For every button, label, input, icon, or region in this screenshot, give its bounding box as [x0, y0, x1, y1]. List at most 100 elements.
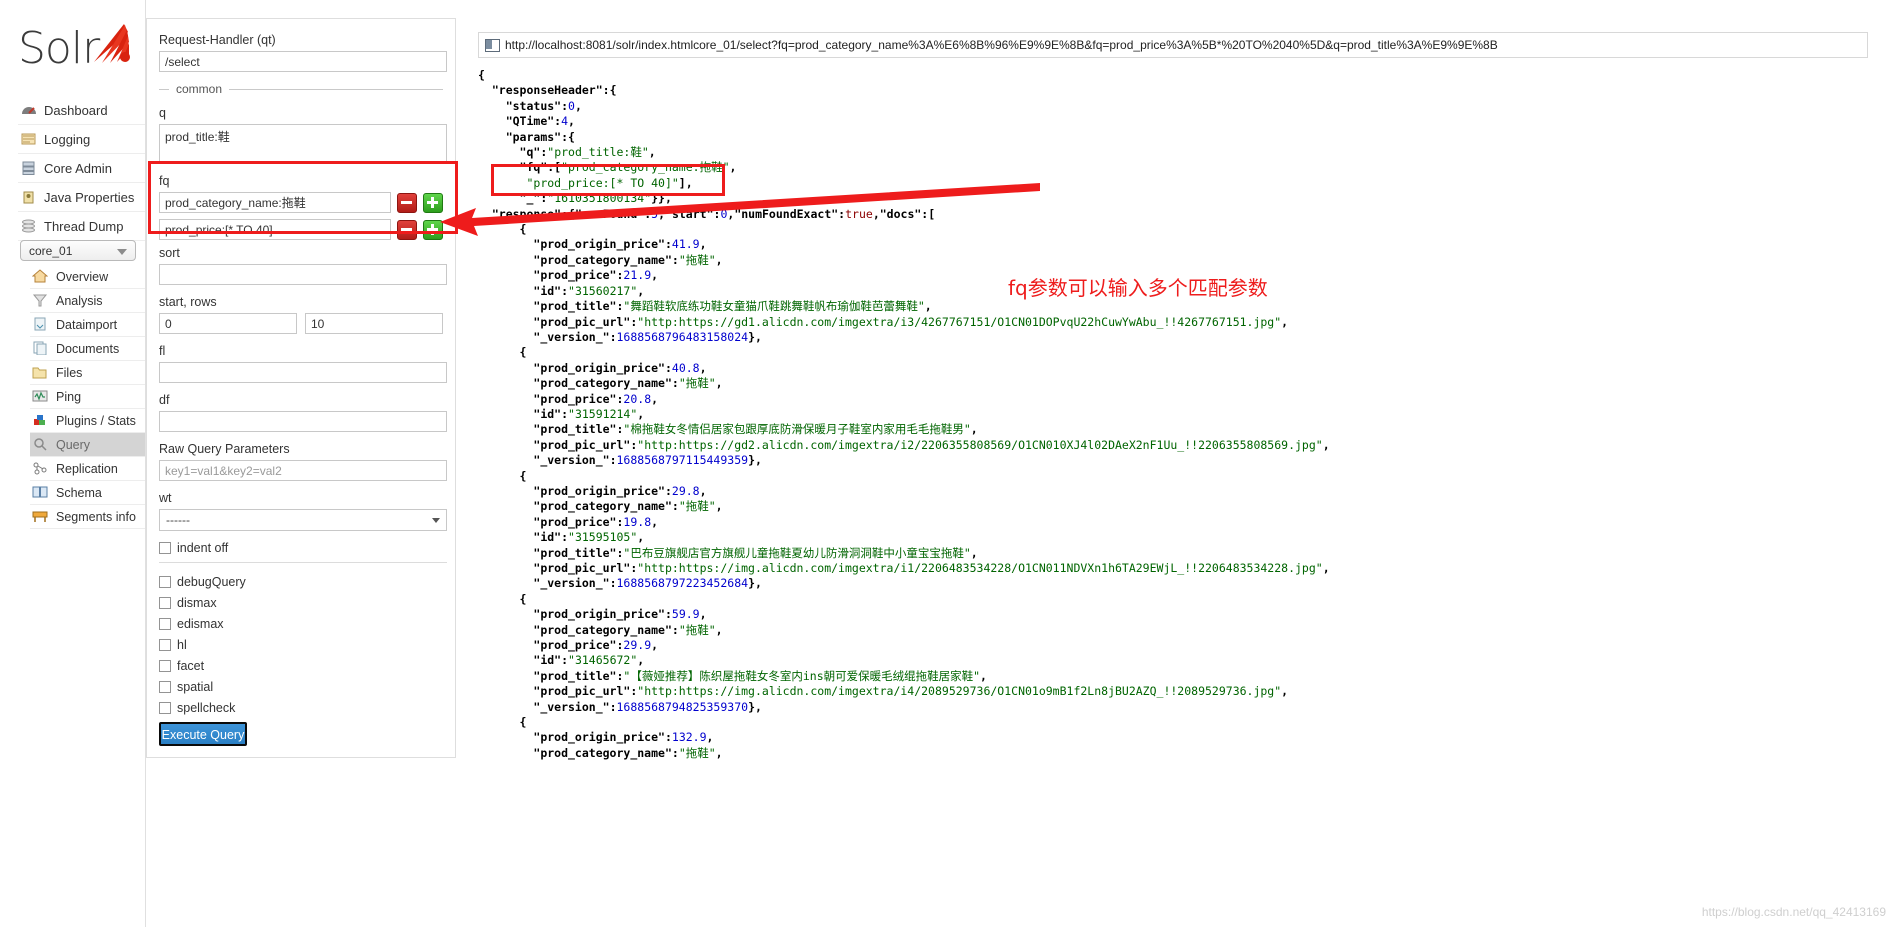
indent-off-checkbox-row[interactable]: indent off	[159, 541, 443, 555]
solr-logo[interactable]: Solr	[18, 22, 138, 88]
sidebar-item-java-properties[interactable]: Java Properties	[18, 183, 145, 212]
sidebar-item-plugins-stats[interactable]: Plugins / Stats	[30, 409, 145, 433]
magnifier-icon	[32, 437, 50, 453]
sidebar: Solr Dashboard Logging Core Admin Java P…	[0, 0, 146, 927]
request-handler-label: Request-Handler (qt)	[159, 33, 276, 47]
edismax-checkbox[interactable]	[159, 618, 171, 630]
dismax-checkbox-row[interactable]: dismax	[159, 596, 443, 610]
legend-rule	[229, 88, 443, 90]
spellcheck-checkbox-row[interactable]: spellcheck	[159, 701, 443, 715]
sidebar-item-query[interactable]: Query	[30, 433, 145, 457]
fq-row: prod_price:[* TO 40]	[159, 219, 443, 240]
common-legend-label: common	[176, 82, 223, 96]
result-url-text: http://localhost:8081/solr/index.htmlcor…	[505, 38, 1498, 52]
sidebar-item-segments-info[interactable]: Segments info	[30, 505, 145, 529]
sidebar-label: Dataimport	[56, 317, 118, 332]
facet-label: facet	[177, 659, 205, 673]
debugquery-label: debugQuery	[177, 575, 246, 589]
java-properties-icon	[20, 189, 38, 205]
fq-row: prod_category_name:拖鞋	[159, 192, 443, 213]
dataimport-icon	[32, 317, 50, 333]
logging-icon	[20, 131, 38, 147]
sidebar-item-thread-dump[interactable]: Thread Dump	[18, 212, 145, 241]
dismax-checkbox[interactable]	[159, 597, 171, 609]
sidebar-item-replication[interactable]: Replication	[30, 457, 145, 481]
raw-query-input[interactable]: key1=val1&key2=val2	[159, 460, 447, 481]
spellcheck-checkbox[interactable]	[159, 702, 171, 714]
sort-input[interactable]	[159, 264, 447, 285]
result-url-bar[interactable]: http://localhost:8081/solr/index.htmlcor…	[478, 32, 1868, 58]
wt-select[interactable]: ------	[159, 509, 447, 531]
spellcheck-label: spellcheck	[177, 701, 236, 715]
sidebar-item-logging[interactable]: Logging	[18, 125, 145, 154]
json-response-output: { "responseHeader":{ "status":0, "QTime"…	[478, 68, 1330, 760]
fl-label: fl	[159, 344, 166, 358]
plugins-icon	[32, 413, 50, 429]
thread-dump-icon	[20, 218, 38, 234]
legend-dash	[159, 88, 169, 90]
documents-icon	[32, 341, 50, 357]
sidebar-item-core-admin[interactable]: Core Admin	[18, 154, 145, 183]
fl-input[interactable]	[159, 362, 447, 383]
fq-remove-button-2[interactable]	[397, 219, 417, 240]
fq-label: fq	[159, 174, 170, 188]
sidebar-item-files[interactable]: Files	[30, 361, 145, 385]
dismax-label: dismax	[177, 596, 217, 610]
edismax-checkbox-row[interactable]: edismax	[159, 617, 443, 631]
folder-icon	[32, 365, 50, 381]
sidebar-label: Replication	[56, 461, 118, 476]
sidebar-label: Dashboard	[44, 102, 108, 118]
sidebar-label: Schema	[56, 485, 102, 500]
sidebar-item-documents[interactable]: Documents	[30, 337, 145, 361]
hl-checkbox[interactable]	[159, 639, 171, 651]
sidebar-item-dataimport[interactable]: Dataimport	[30, 313, 145, 337]
plus-icon-v	[431, 197, 434, 208]
form-divider	[159, 562, 447, 563]
sidebar-label: Documents	[56, 341, 120, 356]
df-label: df	[159, 393, 170, 407]
hl-checkbox-row[interactable]: hl	[159, 638, 443, 652]
chevron-down-icon	[432, 518, 440, 523]
sidebar-label: Files	[56, 365, 83, 380]
dashboard-icon	[20, 102, 38, 118]
fq-input-1[interactable]: prod_category_name:拖鞋	[159, 192, 391, 213]
sidebar-label: Thread Dump	[44, 218, 124, 234]
indent-off-label: indent off	[177, 541, 229, 555]
wt-label: wt	[159, 491, 172, 505]
sidebar-item-dashboard[interactable]: Dashboard	[18, 96, 145, 125]
wt-selected-value: ------	[166, 513, 190, 527]
request-handler-input[interactable]: /select	[159, 51, 447, 72]
raw-query-label: Raw Query Parameters	[159, 442, 290, 456]
facet-checkbox[interactable]	[159, 660, 171, 672]
indent-off-checkbox[interactable]	[159, 542, 171, 554]
spatial-checkbox-row[interactable]: spatial	[159, 680, 443, 694]
execute-query-button[interactable]: Execute Query	[159, 722, 247, 746]
watermark-text: https://blog.csdn.net/qq_42413169	[1701, 905, 1886, 919]
facet-checkbox-row[interactable]: facet	[159, 659, 443, 673]
fq-add-button-1[interactable]	[423, 192, 443, 213]
sidebar-label: Analysis	[56, 293, 103, 308]
sidebar-label: Java Properties	[44, 189, 135, 205]
start-input[interactable]: 0	[159, 313, 297, 334]
annotation-text: fq参数可以输入多个匹配参数	[1008, 276, 1268, 300]
sidebar-item-schema[interactable]: Schema	[30, 481, 145, 505]
df-input[interactable]	[159, 411, 447, 432]
fq-remove-button-1[interactable]	[397, 192, 417, 213]
sidebar-item-overview[interactable]: Overview	[30, 265, 145, 289]
fq-input-2[interactable]: prod_price:[* TO 40]	[159, 219, 391, 240]
sidebar-item-analysis[interactable]: Analysis	[30, 289, 145, 313]
chevron-down-icon	[117, 249, 127, 255]
core-selector-dropdown[interactable]: core_01	[20, 240, 136, 261]
q-label: q	[159, 106, 166, 120]
rows-input[interactable]: 10	[305, 313, 443, 334]
ping-icon	[32, 389, 50, 405]
sidebar-item-ping[interactable]: Ping	[30, 385, 145, 409]
solr-admin-window: Solr Dashboard Logging Core Admin Java P…	[0, 0, 1898, 927]
q-input[interactable]: prod_title:鞋	[159, 124, 447, 164]
sidebar-label: Ping	[56, 389, 82, 404]
fq-add-button-2[interactable]	[423, 219, 443, 240]
solr-burst-icon	[94, 24, 130, 63]
debugquery-checkbox-row[interactable]: debugQuery	[159, 575, 443, 589]
debugquery-checkbox[interactable]	[159, 576, 171, 588]
spatial-checkbox[interactable]	[159, 681, 171, 693]
